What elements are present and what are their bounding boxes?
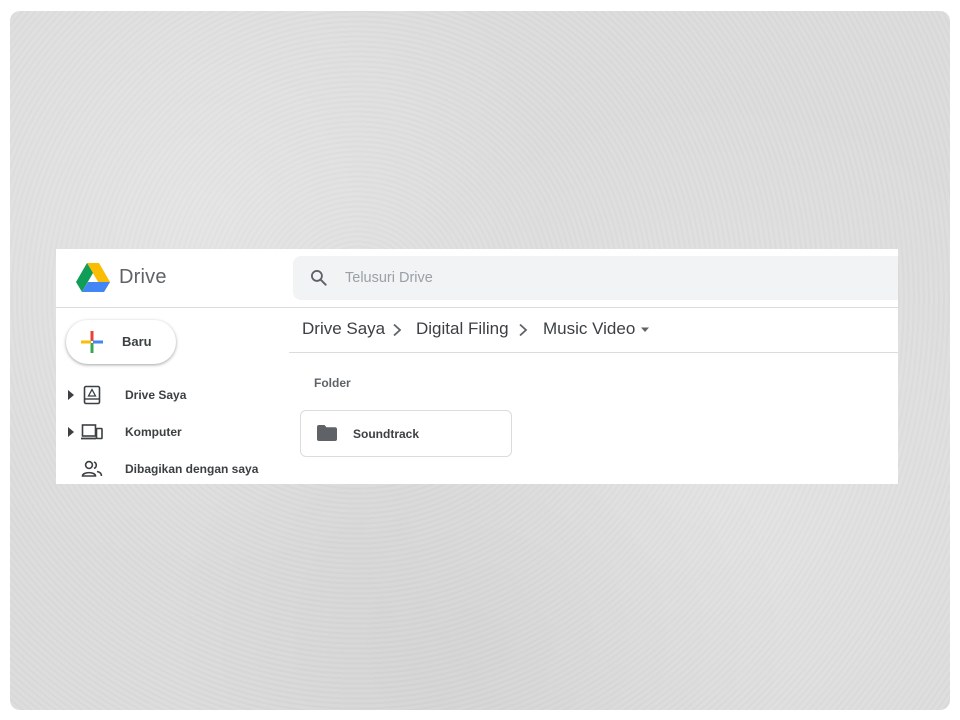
folder-icon xyxy=(317,425,337,441)
sidebar-item-label: Drive Saya xyxy=(125,388,187,402)
my-drive-icon xyxy=(83,385,101,405)
expand-caret-icon[interactable] xyxy=(68,427,74,437)
drive-logo-icon xyxy=(76,263,110,292)
expand-caret-icon[interactable] xyxy=(68,390,74,400)
sidebar-item-label: Dibagikan dengan saya xyxy=(125,462,259,476)
breadcrumb-item-current-folder[interactable]: Music Video xyxy=(543,319,635,339)
chevron-right-icon xyxy=(393,323,402,337)
search-icon[interactable] xyxy=(309,268,329,288)
product-name: Drive xyxy=(119,266,167,288)
breadcrumb-item-digital-filing[interactable]: Digital Filing xyxy=(416,319,509,339)
search-input[interactable] xyxy=(345,268,865,288)
top-bar: Drive xyxy=(56,249,898,308)
folder-card[interactable]: Soundtrack xyxy=(300,410,512,457)
sidebar-item-shared-with-me[interactable]: Dibagikan dengan saya xyxy=(56,454,286,484)
dropdown-arrow-icon[interactable] xyxy=(640,327,650,333)
new-button-label: Baru xyxy=(122,334,152,349)
computers-icon xyxy=(81,424,103,440)
folder-name: Soundtrack xyxy=(353,427,420,441)
new-button[interactable]: Baru xyxy=(66,320,176,364)
sidebar-item-label: Komputer xyxy=(125,425,182,439)
content-divider xyxy=(289,352,898,353)
search-bar[interactable] xyxy=(293,256,898,300)
chevron-right-icon xyxy=(519,323,528,337)
plus-icon xyxy=(81,331,103,353)
section-label-folders: Folder xyxy=(314,376,351,390)
breadcrumb-item-my-drive[interactable]: Drive Saya xyxy=(302,319,385,339)
sidebar-item-computers[interactable]: Komputer xyxy=(56,417,286,447)
drive-screenshot: Drive Baru Drive Saya xyxy=(56,249,898,484)
shared-with-me-icon xyxy=(81,460,103,477)
sidebar-item-my-drive[interactable]: Drive Saya xyxy=(56,380,286,410)
